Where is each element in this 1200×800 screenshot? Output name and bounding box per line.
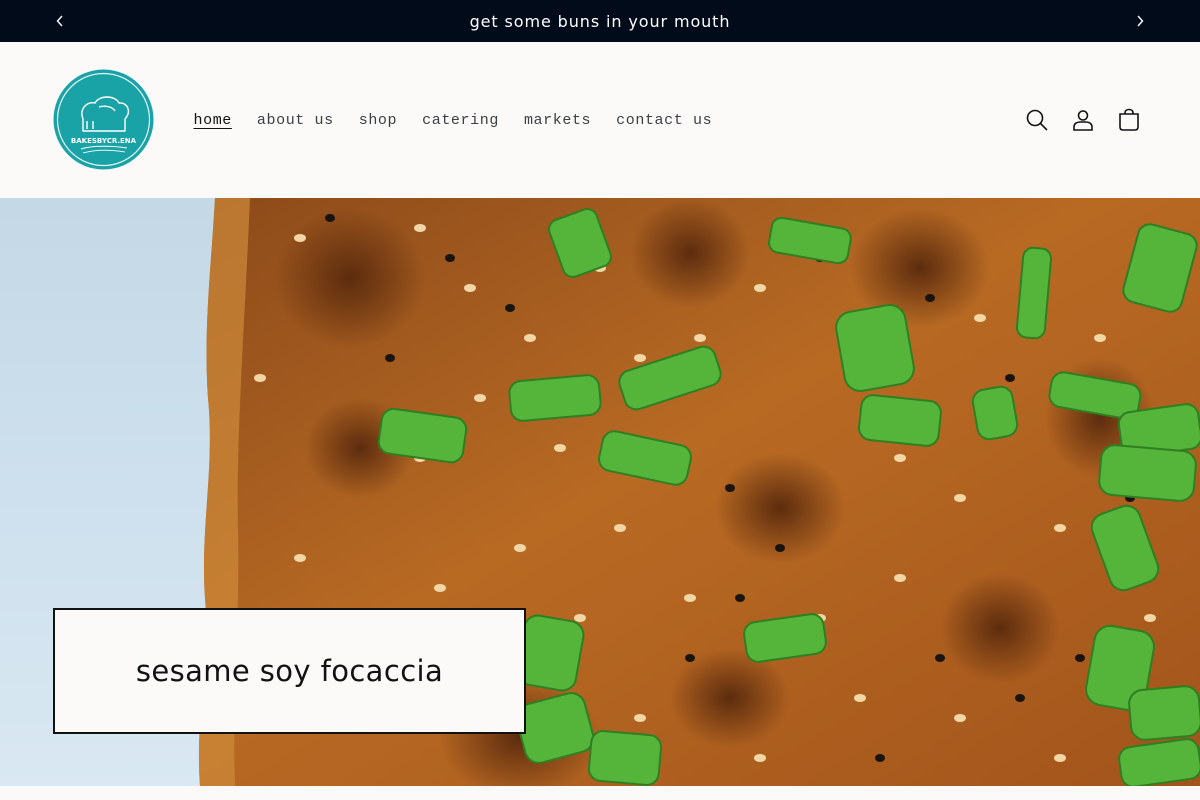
page-bottom-strip xyxy=(0,786,1200,800)
announcement-text: get some buns in your mouth xyxy=(469,11,731,31)
account-button[interactable] xyxy=(1060,105,1106,135)
bread-logo-icon: BAKESBYCR.ENA xyxy=(53,69,154,170)
account-icon xyxy=(1073,110,1093,131)
hero-caption-box: sesame soy focaccia xyxy=(53,608,526,734)
nav-home[interactable]: home xyxy=(181,112,244,129)
announcement-prev-button[interactable] xyxy=(40,0,80,42)
cart-icon xyxy=(1119,108,1139,131)
cart-button[interactable] xyxy=(1106,105,1152,135)
hero-caption-title: sesame soy focaccia xyxy=(135,654,444,688)
header-icons xyxy=(1014,105,1152,135)
nav-about-us[interactable]: about us xyxy=(244,112,346,129)
nav-catering[interactable]: catering xyxy=(410,112,512,129)
search-button[interactable] xyxy=(1014,105,1060,135)
search-icon xyxy=(1026,109,1048,131)
chevron-right-icon xyxy=(1137,15,1144,27)
nav-contact-us[interactable]: contact us xyxy=(604,112,725,129)
nav-shop[interactable]: shop xyxy=(346,112,409,129)
chevron-left-icon xyxy=(56,15,63,27)
site-header: BAKESBYCR.ENA home about us shop caterin… xyxy=(0,42,1200,198)
main-nav: home about us shop catering markets cont… xyxy=(181,108,725,132)
announcement-bar: get some buns in your mouth xyxy=(0,0,1200,42)
logo-wordmark: BAKESBYCR.ENA xyxy=(71,137,137,145)
brand-logo[interactable]: BAKESBYCR.ENA xyxy=(53,69,154,170)
nav-markets[interactable]: markets xyxy=(511,112,603,129)
announcement-next-button[interactable] xyxy=(1120,0,1160,42)
